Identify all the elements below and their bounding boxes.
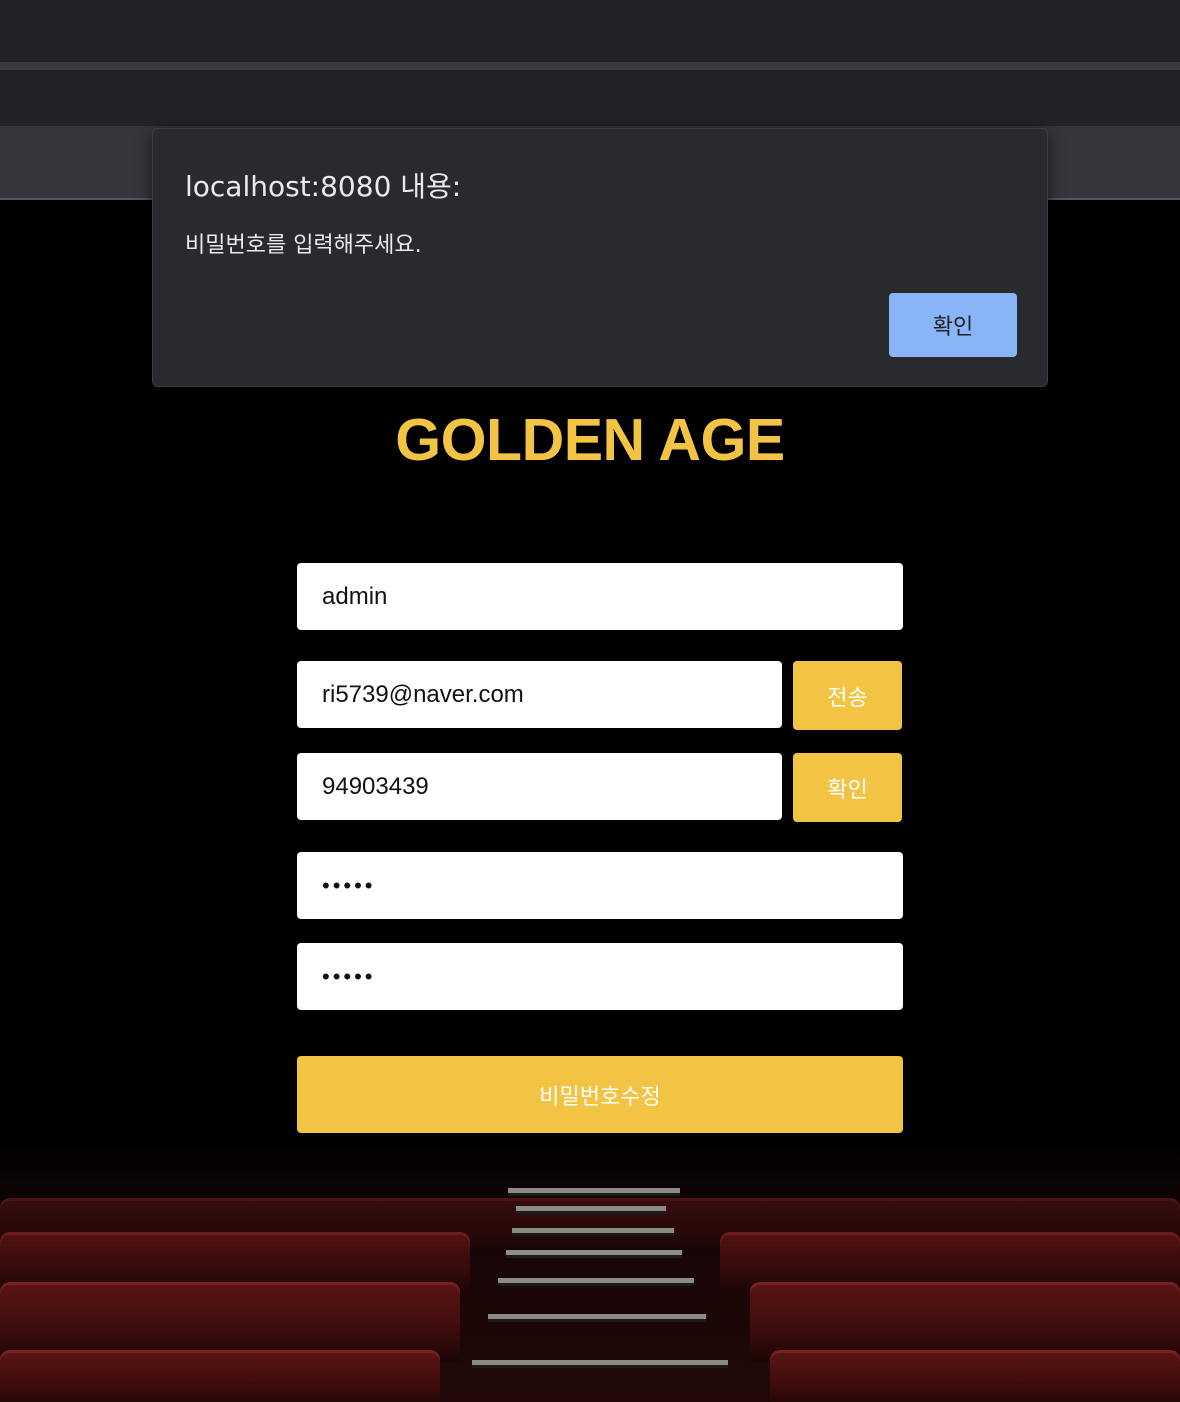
stair-step [506, 1250, 682, 1255]
browser-divider [0, 62, 1180, 70]
change-password-button[interactable]: 비밀번호수정 [297, 1056, 903, 1133]
browser-tab-strip [0, 0, 1180, 62]
seat-row [770, 1350, 1180, 1402]
dialog-message: 비밀번호를 입력해주세요. [185, 233, 422, 258]
stair-step [472, 1360, 728, 1365]
dialog-ok-button[interactable]: 확인 [889, 293, 1017, 357]
seat-row [0, 1350, 440, 1402]
new-password-field[interactable]: ••••• [297, 852, 903, 919]
send-button[interactable]: 전송 [793, 661, 902, 730]
stair-step [512, 1228, 674, 1233]
email-field[interactable]: ri5739@naver.com [297, 661, 782, 728]
confirm-password-field[interactable]: ••••• [297, 943, 903, 1010]
id-field[interactable]: admin [297, 563, 903, 630]
theater-seats-background [0, 1140, 1180, 1402]
verification-code-field[interactable]: 94903439 [297, 753, 782, 820]
dialog-title: localhost:8080 내용: [185, 170, 462, 203]
stair-step [516, 1206, 666, 1211]
stair-step [488, 1314, 706, 1319]
confirm-code-button[interactable]: 확인 [793, 753, 902, 822]
browser-toolbar [0, 70, 1180, 126]
alert-dialog: localhost:8080 내용: 비밀번호를 입력해주세요. 확인 [152, 128, 1048, 387]
stair-step [498, 1278, 694, 1283]
brand-title: GOLDEN AGE [395, 407, 785, 473]
stair-step [508, 1188, 680, 1193]
